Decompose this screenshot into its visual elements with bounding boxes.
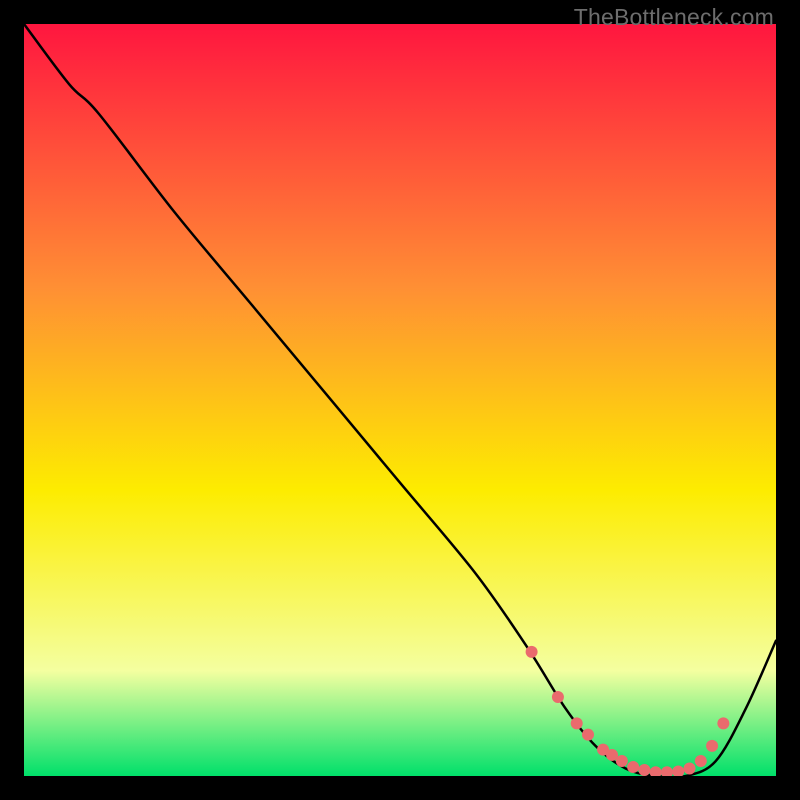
bottleneck-curve	[24, 24, 776, 776]
data-point-dot	[526, 646, 538, 658]
data-point-dot	[695, 755, 707, 767]
data-point-dot	[552, 691, 564, 703]
watermark-text: TheBottleneck.com	[574, 4, 774, 31]
data-point-dot	[650, 766, 662, 776]
data-point-dot	[661, 766, 673, 776]
data-point-dot	[684, 762, 696, 774]
data-point-dot	[717, 717, 729, 729]
data-point-dot	[571, 717, 583, 729]
chart-frame	[24, 24, 776, 776]
data-point-dot	[616, 755, 628, 767]
data-point-dot	[706, 740, 718, 752]
data-point-dot	[627, 761, 639, 773]
data-point-dot	[582, 729, 594, 741]
data-point-dot	[638, 764, 650, 776]
data-point-dot	[672, 765, 684, 776]
